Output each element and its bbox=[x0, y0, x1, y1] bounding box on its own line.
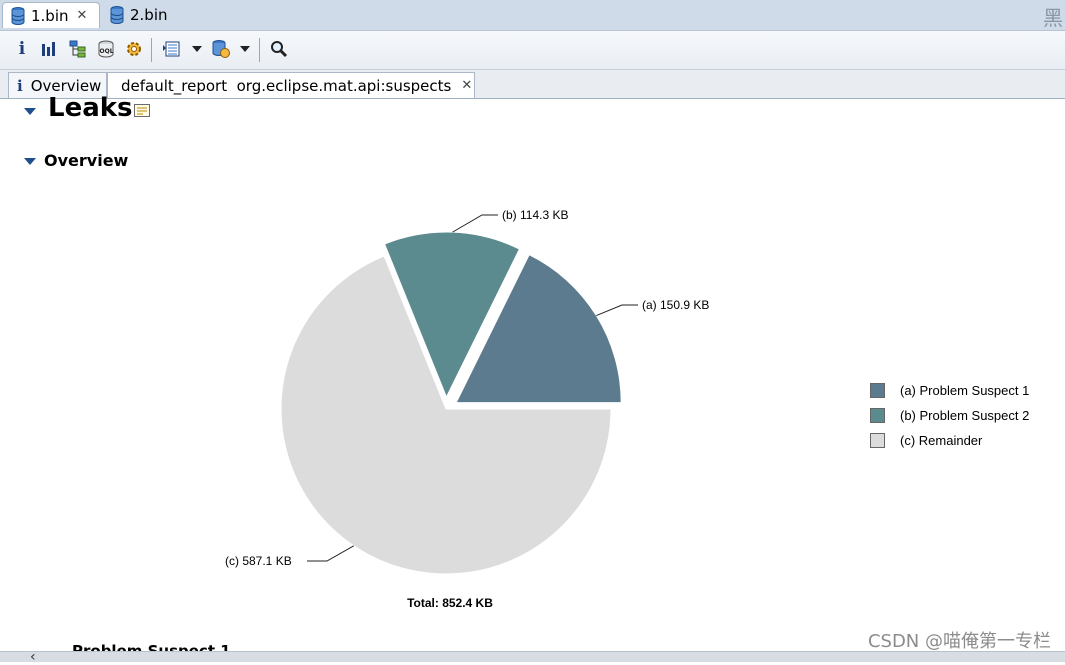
editor-tab-label: 1.bin bbox=[31, 6, 69, 25]
info-icon: i bbox=[17, 76, 23, 95]
corner-glyph: 黑 bbox=[1043, 6, 1063, 30]
chevron-down-icon[interactable] bbox=[192, 46, 202, 52]
slice-label: (b) 114.3 KB bbox=[502, 208, 568, 222]
legend-swatch bbox=[870, 383, 885, 398]
legend-item: (b) Problem Suspect 2 bbox=[870, 403, 1029, 428]
editor-tab-1-bin[interactable]: 1.bin ✕ bbox=[2, 2, 100, 28]
tab-default-report[interactable]: default_report org.eclipse.mat.api:suspe… bbox=[107, 72, 475, 98]
watermark: CSDN @喵俺第一专栏 bbox=[867, 631, 1051, 652]
legend-item: (c) Remainder bbox=[870, 428, 1029, 453]
query-browser-icon[interactable] bbox=[161, 38, 183, 60]
database-icon bbox=[110, 6, 124, 24]
next-section-heading: Problem Suspect 1 bbox=[72, 642, 231, 651]
pie-chart: (a) 150.9 KB (b) 114.3 KB (c) 587.1 KB Tota… bbox=[225, 208, 709, 610]
report-tab-bar: i Overview default_report org.eclipse.ma… bbox=[0, 70, 1065, 99]
histogram-icon[interactable] bbox=[39, 38, 61, 60]
run-report-icon[interactable] bbox=[210, 38, 232, 60]
editor-tab-2-bin[interactable]: 2.bin bbox=[102, 2, 182, 28]
search-icon[interactable] bbox=[268, 38, 290, 60]
editor-tab-label: 2.bin bbox=[130, 6, 168, 24]
toolbar-separator bbox=[259, 38, 260, 62]
leader-line bbox=[452, 214, 498, 233]
tab-label: default_report org.eclipse.mat.api:suspe… bbox=[121, 76, 452, 95]
chart-legend: (a) Problem Suspect 1 (b) Problem Suspec… bbox=[870, 378, 1029, 453]
legend-item: (a) Problem Suspect 1 bbox=[870, 378, 1029, 403]
close-icon[interactable]: ✕ bbox=[77, 8, 88, 23]
slice-label: (c) 587.1 KB bbox=[225, 554, 292, 568]
close-icon[interactable]: ✕ bbox=[461, 78, 472, 93]
editor-tab-bar: 1.bin ✕ 2.bin 黑 bbox=[0, 0, 1065, 31]
legend-label: (c) Remainder bbox=[900, 433, 983, 448]
legend-label: (b) Problem Suspect 2 bbox=[900, 408, 1030, 423]
dominator-tree-icon[interactable] bbox=[67, 38, 89, 60]
chevron-down-icon[interactable] bbox=[240, 46, 250, 52]
leader-line bbox=[307, 545, 355, 562]
chart-total-label: Total: 852.4 KB bbox=[407, 596, 493, 610]
oql-icon[interactable]: OQL bbox=[95, 38, 117, 60]
chevron-left-icon[interactable]: ‹ bbox=[30, 649, 36, 665]
database-icon bbox=[11, 6, 25, 25]
legend-label: (a) Problem Suspect 1 bbox=[900, 383, 1030, 398]
legend-swatch bbox=[870, 408, 885, 423]
legend-swatch bbox=[870, 433, 885, 448]
report-content: Leaks Overview (a) 150.9 KB (b) 114.3 KB(… bbox=[0, 93, 1065, 651]
tab-label: Overview bbox=[30, 76, 102, 95]
toolbar-separator bbox=[151, 38, 152, 62]
info-icon[interactable]: i bbox=[11, 38, 33, 60]
slice-label: (a) 150.9 KB bbox=[642, 298, 709, 312]
svg-text:OQL: OQL bbox=[100, 48, 114, 55]
heap-dump-overview-icon[interactable] bbox=[123, 38, 145, 60]
toolbar: i OQL bbox=[0, 31, 1065, 70]
leader-line bbox=[596, 304, 638, 317]
